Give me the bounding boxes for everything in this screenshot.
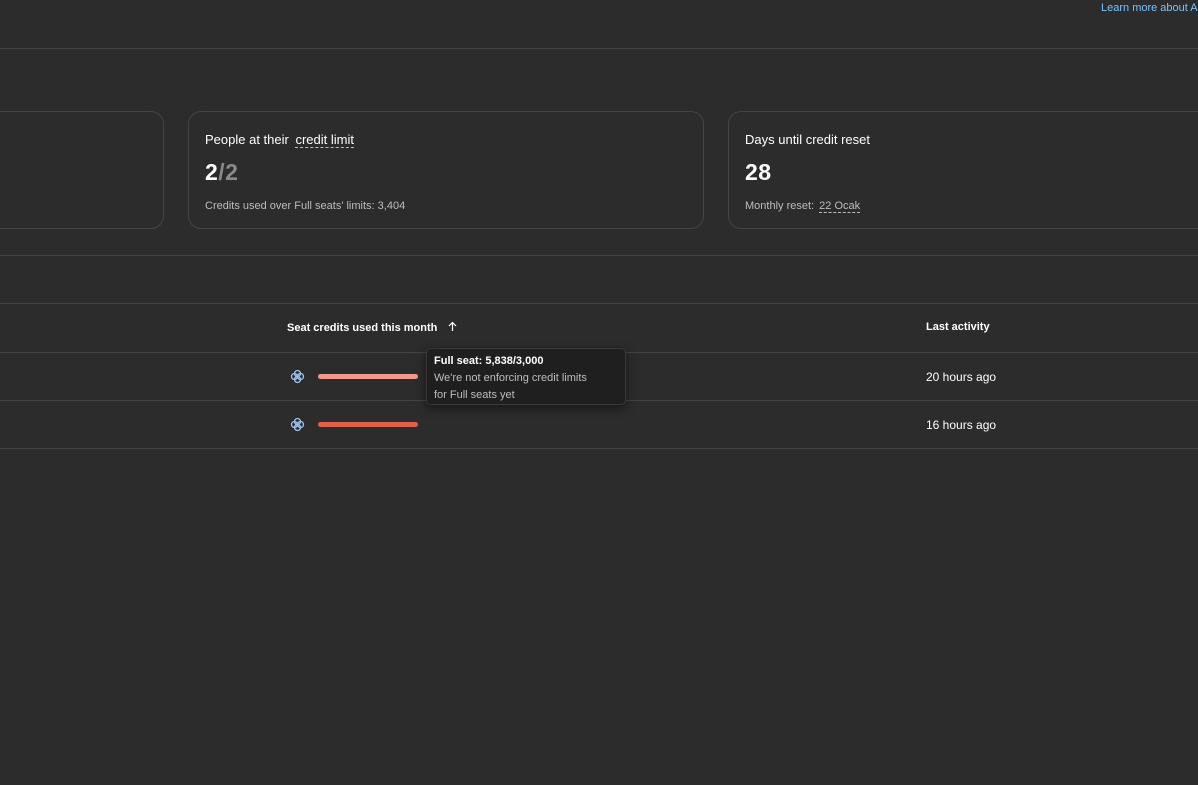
full-seat-icon (290, 369, 305, 384)
credit-limit-link[interactable]: credit limit (295, 132, 354, 148)
column-header-label: Seat credits used this month (287, 322, 438, 334)
tooltip-title: Full seat: 5,838/3,000 (434, 355, 544, 367)
section-divider (0, 255, 1198, 256)
learn-more-link[interactable]: Learn more about A (1101, 2, 1198, 14)
card-title: People at their credit limit (205, 132, 354, 148)
tooltip-line: for Full seats yet (434, 389, 515, 401)
tooltip-body: We're not enforcing credit limits for Fu… (434, 370, 618, 404)
credit-usage-tooltip: Full seat: 5,838/3,000 We're not enforci… (426, 348, 626, 405)
monthly-reset-label: Monthly reset: (745, 200, 815, 212)
card-title: Days until credit reset (745, 132, 870, 147)
people-total-count: /2 (218, 159, 239, 185)
credit-usage-bar[interactable] (318, 374, 418, 379)
days-until-reset-value: 28 (745, 159, 772, 185)
sort-ascending-icon[interactable] (448, 321, 457, 335)
people-at-limit-count: 2 (205, 159, 219, 185)
stat-card-partial (0, 111, 164, 229)
card-title-prefix: People at their (205, 132, 289, 147)
header-divider (0, 48, 1198, 49)
table-bottom-divider (0, 448, 1198, 449)
last-activity-text: 20 hours ago (926, 370, 997, 384)
stat-card-credit-reset: Days until credit reset 28 Monthly reset… (728, 111, 1198, 229)
reset-date-link[interactable]: 22 Ocak (819, 200, 861, 213)
credit-usage-bar-fill (318, 374, 418, 379)
tooltip-line: We're not enforcing credit limits (434, 372, 587, 384)
credit-usage-bar[interactable] (318, 422, 418, 427)
full-seat-icon (290, 417, 305, 432)
credit-usage-bar-fill (318, 422, 418, 427)
column-header-last-activity[interactable]: Last activity (926, 321, 990, 333)
credits-over-limit-text: Credits used over Full seats' limits: 3,… (205, 200, 406, 212)
column-header-seat-credits[interactable]: Seat credits used this month (287, 321, 457, 335)
last-activity-text: 16 hours ago (926, 418, 997, 432)
people-at-limit-value: 2/2 (205, 159, 238, 186)
table-top-divider (0, 303, 1198, 304)
stat-card-credit-limit: People at their credit limit 2/2 Credits… (188, 111, 704, 229)
monthly-reset-text: Monthly reset: 22 Ocak (745, 200, 861, 213)
